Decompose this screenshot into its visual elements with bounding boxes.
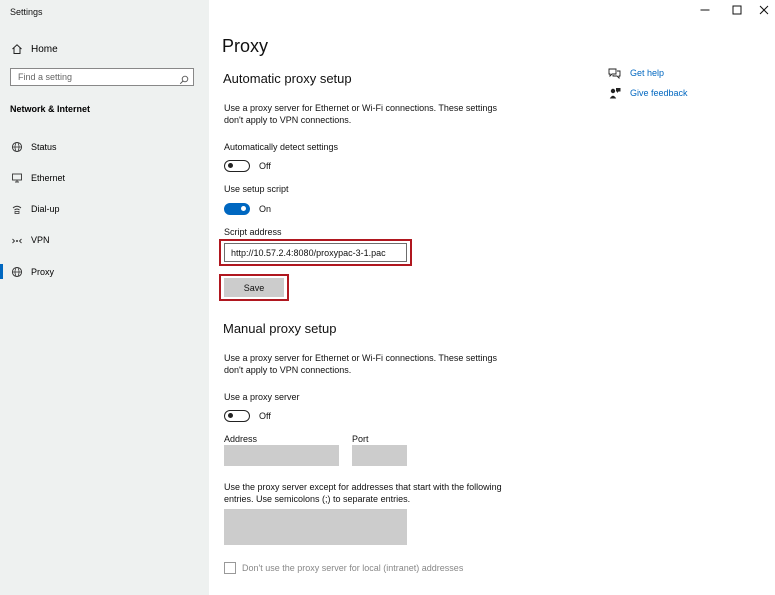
give-feedback-link[interactable]: Give feedback [608, 86, 688, 100]
minimize-icon [700, 2, 710, 20]
local-addresses-option[interactable]: Don't use the proxy server for local (in… [224, 562, 463, 574]
sidebar-item-ethernet[interactable]: Ethernet [10, 170, 200, 186]
sidebar-item-label: Proxy [31, 267, 55, 277]
use-proxy-toggle-row: Off [224, 409, 271, 423]
chat-help-icon [608, 67, 621, 80]
auto-detect-toggle-row: Off [224, 159, 271, 173]
port-input[interactable] [352, 445, 407, 466]
sidebar-item-vpn[interactable]: VPN [10, 232, 200, 248]
use-proxy-state: Off [259, 411, 271, 421]
home-icon [10, 43, 23, 56]
close-button[interactable] [752, 3, 775, 19]
script-address-input[interactable] [224, 243, 407, 262]
automatic-setup-heading: Automatic proxy setup [223, 71, 352, 86]
selected-indicator [0, 264, 3, 279]
auto-detect-label: Automatically detect settings [224, 142, 339, 152]
globe-icon [10, 266, 23, 279]
manual-setup-description: Use a proxy server for Ethernet or Wi-Fi… [224, 353, 497, 375]
page-title: Proxy [222, 36, 269, 56]
sidebar-section-heading: Network & Internet [10, 104, 91, 114]
globe-icon [10, 141, 23, 154]
search-box[interactable] [10, 68, 194, 86]
setup-script-label: Use setup script [224, 184, 289, 194]
give-feedback-label: Give feedback [630, 88, 688, 98]
maximize-icon [732, 2, 742, 20]
close-icon [759, 2, 769, 20]
setup-script-toggle-row: On [224, 202, 271, 216]
sidebar-item-label: Ethernet [31, 173, 66, 183]
manual-setup-heading: Manual proxy setup [223, 321, 337, 336]
local-addresses-checkbox[interactable] [224, 562, 236, 574]
auto-detect-state: Off [259, 161, 271, 171]
sidebar: Settings Home Network & Internet Status [0, 0, 209, 595]
maximize-button[interactable] [725, 3, 749, 19]
automatic-setup-description: Use a proxy server for Ethernet or Wi-Fi… [224, 103, 497, 125]
minimize-button[interactable] [693, 3, 717, 19]
auto-detect-toggle[interactable] [224, 160, 250, 172]
use-proxy-toggle[interactable] [224, 410, 250, 422]
get-help-link[interactable]: Get help [608, 66, 664, 80]
settings-window: Settings Home Network & Internet Status [0, 0, 775, 595]
address-input[interactable] [224, 445, 339, 466]
port-label: Port [352, 434, 369, 444]
vpn-icon [10, 234, 23, 247]
feedback-icon [608, 87, 621, 100]
use-proxy-label: Use a proxy server [224, 392, 300, 402]
save-button[interactable]: Save [224, 278, 284, 297]
sidebar-item-dialup[interactable]: Dial-up [10, 201, 200, 217]
setup-script-state: On [259, 204, 272, 214]
window-title: Settings [10, 7, 43, 17]
sidebar-item-label: Dial-up [31, 204, 60, 214]
local-addresses-label: Don't use the proxy server for local (in… [242, 563, 464, 573]
sidebar-item-label: VPN [31, 235, 50, 245]
nav-home-label: Home [31, 43, 58, 55]
setup-script-toggle[interactable] [224, 203, 250, 215]
sidebar-item-label: Status [31, 142, 57, 152]
script-address-label: Script address [224, 227, 282, 237]
monitor-icon [10, 172, 23, 185]
nav-home[interactable]: Home [10, 41, 200, 57]
address-label: Address [224, 434, 258, 444]
search-icon[interactable] [179, 72, 189, 90]
exceptions-input[interactable] [224, 509, 407, 545]
sidebar-item-status[interactable]: Status [10, 139, 200, 155]
get-help-label: Get help [630, 68, 665, 78]
search-input[interactable] [11, 69, 178, 85]
sidebar-item-proxy[interactable]: Proxy [10, 264, 200, 280]
dialup-icon [10, 203, 23, 216]
exceptions-label: Use the proxy server except for addresse… [224, 482, 502, 504]
